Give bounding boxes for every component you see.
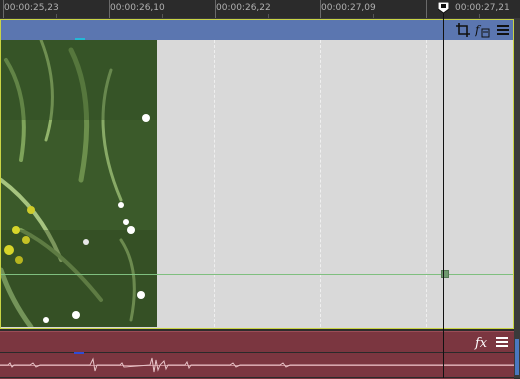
ruler-label: 00:00:26,10 [110,3,165,13]
video-thumbnail [1,40,157,327]
ruler-label: 00:00:26,22 [216,3,271,13]
fx-icon[interactable]: fx [474,334,490,350]
menu-icon[interactable] [495,22,511,38]
crop-icon[interactable] [455,22,471,38]
ruler-minor-tick [479,14,480,18]
fx-media-icon[interactable]: f [475,22,491,38]
ruler-minor-tick [373,14,374,18]
ruler-minor-tick [56,14,57,18]
playhead-line[interactable] [443,12,444,378]
menu-icon[interactable] [494,334,510,350]
ruler-label: 00:00:27,21 [455,3,510,13]
audio-event[interactable]: fx [0,331,514,379]
video-event[interactable]: f [0,19,514,329]
playhead-handle[interactable] [438,2,449,13]
opacity-envelope[interactable] [1,274,513,275]
gridline [320,40,321,327]
ruler-label: 00:00:27,09 [321,3,376,13]
svg-text:fx: fx [474,336,488,350]
ruler-minor-tick [268,14,269,18]
audio-waveform [0,357,514,373]
ruler-label: 00:00:25,23 [4,3,59,13]
gridline [214,40,215,327]
gridline [426,40,427,327]
scrollbar-thumb[interactable] [515,339,519,375]
ruler-minor-tick [162,14,163,18]
ruler-tick [426,0,427,18]
video-event-header[interactable]: f [1,20,513,40]
svg-text:f: f [475,23,482,37]
vertical-scrollbar[interactable] [514,19,520,378]
